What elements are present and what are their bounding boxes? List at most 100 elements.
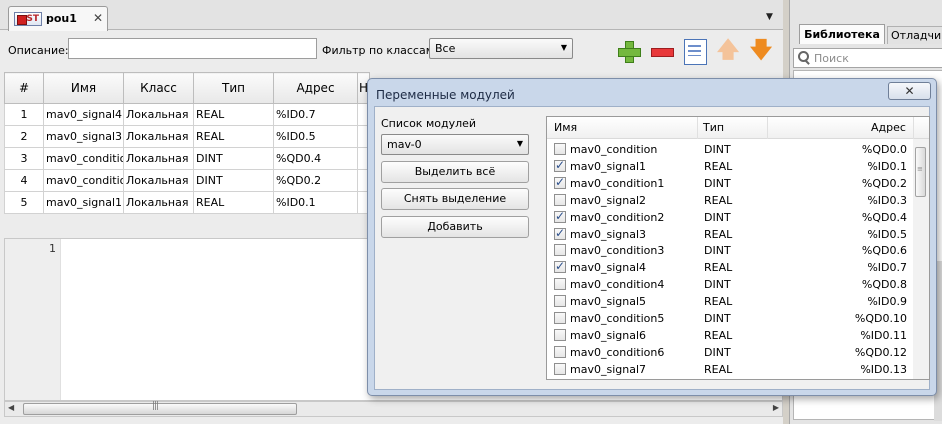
table-header-row: # Имя Класс Тип Адрес Н xyxy=(4,72,370,104)
list-item[interactable]: mav0_condition2 DINT %QD0.4 xyxy=(547,209,913,226)
column-header-class[interactable]: Класс xyxy=(123,72,194,104)
list-item[interactable]: mav0_condition1 DINT %QD0.2 xyxy=(547,175,913,192)
description-input[interactable] xyxy=(68,38,317,59)
variable-checkbox[interactable] xyxy=(554,175,566,189)
variable-checkbox[interactable] xyxy=(554,209,566,223)
variable-address: %QD0.6 xyxy=(861,244,907,258)
class-cell: Локальная xyxy=(123,191,194,214)
variable-checkbox[interactable] xyxy=(554,278,566,291)
search-placeholder: Поиск xyxy=(814,52,849,65)
line-number-gutter: 1 xyxy=(5,239,61,400)
grip-icon: ||| xyxy=(152,401,159,411)
edit-list-button[interactable] xyxy=(683,39,707,65)
vertical-scrollbar[interactable]: ≡ xyxy=(913,139,929,379)
variable-address: %QD0.12 xyxy=(854,345,907,359)
variable-name: mav0_signal5 xyxy=(570,295,647,309)
table-row[interactable]: 1 mav0_signal4 Локальная REAL %ID0.7 xyxy=(4,103,370,126)
variable-checkbox[interactable] xyxy=(554,295,566,308)
list-item[interactable]: mav0_signal4 REAL %ID0.7 xyxy=(547,259,913,276)
variable-name: mav0_signal7 xyxy=(570,362,647,376)
table-row[interactable]: 5 mav0_signal1 Локальная REAL %ID0.1 xyxy=(4,191,370,214)
variable-checkbox[interactable] xyxy=(554,143,566,155)
tab-library[interactable]: Библиотека xyxy=(799,24,885,44)
variable-name: mav0_condition xyxy=(570,143,658,156)
variable-name: mav0_signal2 xyxy=(570,193,647,207)
scroll-left-icon[interactable]: ◀ xyxy=(8,403,14,412)
column-header-type[interactable]: Тип xyxy=(193,72,274,104)
table-row[interactable]: 3mav0_conditionЛокальнаяDINT%QD0.4 xyxy=(4,147,370,170)
grip-icon: ≡ xyxy=(917,165,923,173)
chevron-down-icon: ▼ xyxy=(516,139,523,148)
add-variable-button[interactable] xyxy=(616,39,641,63)
address-cell: %QD0.4 xyxy=(273,147,358,170)
close-button[interactable]: ✕ xyxy=(888,82,931,100)
column-header-address[interactable]: Адрес xyxy=(273,72,358,104)
description-label: Описание: xyxy=(8,44,69,57)
move-down-button[interactable]: 🡇 xyxy=(749,39,773,63)
column-header-address[interactable]: Адрес xyxy=(871,121,906,134)
tab-debugger[interactable]: Отладчик xyxy=(887,26,942,44)
variable-checkbox[interactable] xyxy=(554,193,566,206)
tab-close-icon[interactable]: ✕ xyxy=(93,11,103,25)
dialog-body: Список модулей mav-0 ▼ Выделить всё Снят… xyxy=(374,106,930,390)
list-item[interactable]: mav0_condition3 DINT %QD0.6 xyxy=(547,242,913,259)
list-item[interactable]: mav0_condition5 DINT %QD0.10 xyxy=(547,310,913,327)
type-cell: DINT xyxy=(193,147,274,170)
table-row[interactable]: 2 mav0_signal3 Локальная REAL %ID0.5 xyxy=(4,125,370,148)
deselect-button[interactable]: Снять выделение xyxy=(381,188,529,210)
variable-checkbox[interactable] xyxy=(554,345,566,358)
variable-checkbox[interactable] xyxy=(554,259,566,274)
scrollbar-thumb[interactable]: ≡ xyxy=(915,147,926,197)
module-variables-header: Имя Тип Адрес xyxy=(547,117,929,139)
scroll-right-icon[interactable]: ▶ xyxy=(773,403,779,412)
column-header-name[interactable]: Имя xyxy=(554,121,577,134)
move-up-button[interactable]: 🡅 xyxy=(716,39,740,63)
name-cell: mav0_signal1 xyxy=(43,191,124,214)
class-filter-value: Все xyxy=(435,42,456,55)
scrollbar-thumb[interactable]: ||| xyxy=(23,401,297,415)
list-item[interactable]: mav0_condition DINT %QD0.0 xyxy=(547,141,913,158)
variable-address: %ID0.1 xyxy=(867,159,907,173)
row-number-cell: 4 xyxy=(4,169,44,192)
list-item[interactable]: mav0_signal2 REAL %ID0.3 xyxy=(547,192,913,209)
class-filter-select[interactable]: Все ▼ xyxy=(429,38,573,59)
list-item[interactable]: mav0_condition6 DINT %QD0.12 xyxy=(547,344,913,361)
variable-type: REAL xyxy=(704,193,733,207)
variable-address: %QD0.0 xyxy=(861,143,907,156)
class-cell: Локальная xyxy=(123,169,194,192)
remove-variable-button[interactable] xyxy=(650,39,674,63)
variable-checkbox[interactable] xyxy=(554,362,566,375)
column-header-type[interactable]: Тип xyxy=(703,121,724,134)
variable-checkbox[interactable] xyxy=(554,244,566,257)
list-item[interactable]: mav0_signal5 REAL %ID0.9 xyxy=(547,293,913,310)
module-select[interactable]: mav-0 ▼ xyxy=(381,134,529,155)
variable-type: DINT xyxy=(704,210,731,224)
variable-type: REAL xyxy=(704,159,733,173)
column-header-name[interactable]: Имя xyxy=(43,72,124,104)
list-item[interactable]: mav0_condition4 DINT %QD0.8 xyxy=(547,276,913,293)
dialog-titlebar[interactable]: Переменные модулей ✕ xyxy=(368,79,936,106)
tab-title: pou1 xyxy=(46,12,77,25)
list-item[interactable]: mav0_signal1 REAL %ID0.1 xyxy=(547,158,913,175)
list-item[interactable]: mav0_signal3 REAL %ID0.5 xyxy=(547,226,913,243)
variable-checkbox[interactable] xyxy=(554,158,566,172)
horizontal-scrollbar[interactable]: ◀ ||| ▶ xyxy=(4,401,783,417)
variable-address: %ID0.7 xyxy=(867,261,907,275)
variable-address: %QD0.4 xyxy=(861,210,907,224)
list-item[interactable]: mav0_signal7 REAL %ID0.13 xyxy=(547,361,913,378)
table-row[interactable]: 4mav0_conditionЛокальнаяDINT%QD0.2 xyxy=(4,169,370,192)
variable-checkbox[interactable] xyxy=(554,328,566,341)
column-header-num[interactable]: # xyxy=(4,72,44,104)
tab-list-menu-icon[interactable]: ▼ xyxy=(766,12,773,22)
list-item[interactable]: mav0_signal6 REAL %ID0.11 xyxy=(547,327,913,344)
library-search-input[interactable]: Поиск xyxy=(793,48,942,68)
add-button[interactable]: Добавить xyxy=(381,216,529,238)
variable-address: %QD0.10 xyxy=(854,312,907,325)
tab-pou1[interactable]: ST pou1 ✕ xyxy=(8,6,108,31)
column-divider xyxy=(913,117,914,139)
variable-checkbox[interactable] xyxy=(554,312,566,324)
variable-checkbox[interactable] xyxy=(554,226,566,240)
column-divider xyxy=(697,117,698,139)
name-cell: mav0_condition xyxy=(43,169,124,192)
select-all-button[interactable]: Выделить всё xyxy=(381,161,529,183)
